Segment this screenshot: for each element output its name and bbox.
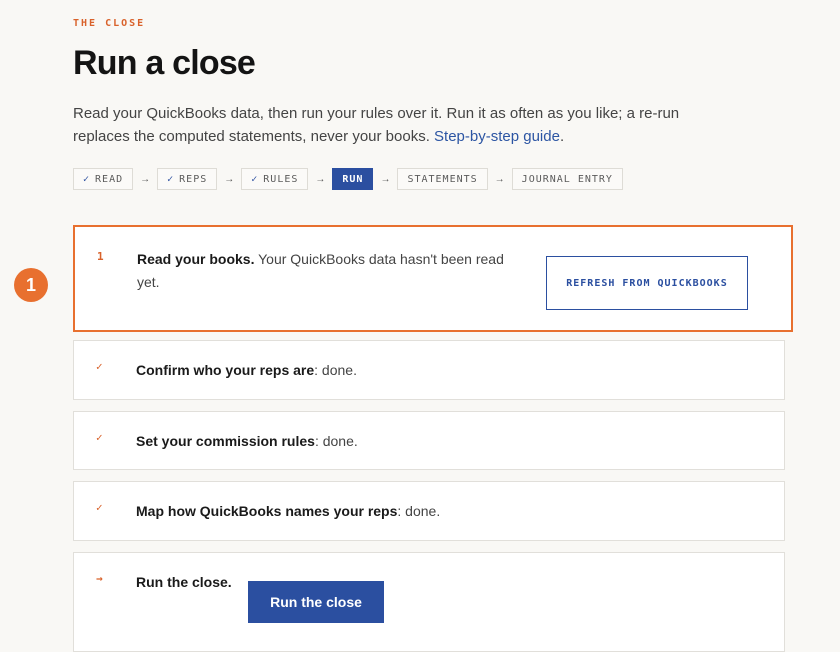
step-reps[interactable]: ✓ REPS (157, 168, 218, 190)
card-reps-text: Confirm who your reps are: done. (136, 359, 357, 382)
intro-link-suffix: . (559, 128, 565, 145)
step-by-step-guide-link[interactable]: Step-by-step guide (434, 128, 560, 145)
card-rules-body: : done. (314, 433, 358, 449)
step-label: JOURNAL ENTRY (521, 173, 613, 185)
step-number: 1 (97, 250, 104, 263)
annotation-badge: 1 (14, 268, 48, 302)
step-rules[interactable]: ✓ RULES (241, 168, 309, 190)
card-reps-body: : done. (314, 362, 357, 378)
card-map-body: : done. (397, 503, 441, 519)
intro-text: Read your QuickBooks data, then run your… (73, 105, 680, 145)
step-label: READ (95, 173, 124, 185)
run-the-close-button[interactable]: Run the close (248, 581, 384, 623)
check-icon: ✓ (83, 173, 91, 185)
card-read-text: Read your books. Your QuickBooks data ha… (137, 248, 527, 294)
intro-paragraph: Read your QuickBooks data, then run your… (73, 102, 713, 148)
card-confirm-reps: ✓ Confirm who your reps are: done. (73, 340, 785, 400)
card-read-title: Read your books. (137, 251, 255, 267)
card-run-close: → Run the close. Run the close (73, 552, 785, 652)
check-icon: ✓ (96, 501, 103, 514)
step-label: STATEMENTS (407, 173, 478, 185)
step-label: RULES (263, 173, 299, 185)
check-icon: ✓ (96, 431, 103, 444)
card-map-title: Map how QuickBooks names your reps (136, 503, 398, 519)
card-run-text: Run the close. (136, 571, 232, 594)
step-label: REPS (179, 173, 208, 185)
step-statements[interactable]: STATEMENTS (397, 168, 488, 190)
step-read[interactable]: ✓ READ (73, 168, 134, 190)
arrow-right-icon: → (494, 173, 505, 185)
arrow-right-icon: → (140, 173, 151, 185)
check-icon: ✓ (96, 360, 103, 373)
card-rules-title: Set your commission rules (136, 433, 315, 449)
arrow-right-icon: → (224, 173, 235, 185)
progress-steps: ✓ READ → ✓ REPS → ✓ RULES → RUN → STATEM… (73, 168, 623, 190)
eyebrow-label: THE CLOSE (73, 18, 146, 29)
arrow-right-icon: → (315, 173, 326, 185)
check-icon: ✓ (251, 173, 259, 185)
card-reps-title: Confirm who your reps are (136, 362, 315, 378)
card-read-books: 1 Read your books. Your QuickBooks data … (73, 225, 793, 332)
arrow-right-icon: → (96, 572, 103, 585)
card-commission-rules: ✓ Set your commission rules: done. (73, 411, 785, 470)
step-run[interactable]: RUN (332, 168, 374, 190)
refresh-from-quickbooks-button[interactable]: REFRESH FROM QUICKBOOKS (546, 256, 748, 310)
page-title: Run a close (73, 44, 256, 82)
card-rules-text: Set your commission rules: done. (136, 430, 358, 453)
arrow-right-icon: → (380, 173, 391, 185)
card-map-text: Map how QuickBooks names your reps: done… (136, 500, 440, 523)
check-icon: ✓ (167, 173, 175, 185)
card-run-title: Run the close. (136, 574, 232, 590)
card-map-rep-names: ✓ Map how QuickBooks names your reps: do… (73, 481, 785, 541)
step-label: RUN (342, 173, 364, 185)
step-journal-entry[interactable]: JOURNAL ENTRY (511, 168, 623, 190)
